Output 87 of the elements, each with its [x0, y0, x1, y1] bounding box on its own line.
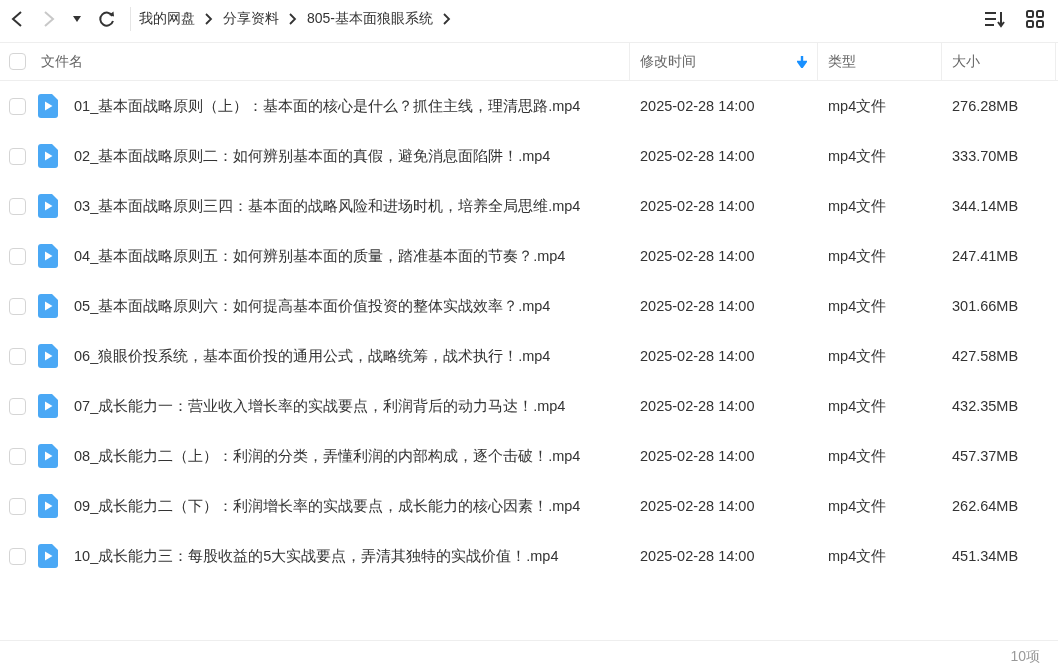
modified-time: 2025-02-28 14:00 — [640, 248, 755, 264]
file-row[interactable]: 10_成长能力三：每股收益的5大实战要点，弄清其独特的实战价值！.mp4 2025-02-28 14:00 mp4文件 451.34MB — [0, 531, 1058, 581]
file-size: 344.14MB — [952, 198, 1019, 214]
file-row[interactable]: 05_基本面战略原则六：如何提高基本面价值投资的整体实战效率？.mp4 2025-02-28 14:00 mp4文件 301.66MB — [0, 281, 1058, 331]
modified-time: 2025-02-28 14:00 — [640, 148, 755, 164]
file-row[interactable]: 02_基本面战略原则二：如何辨别基本面的真假，避免消息面陷阱！.mp4 2025-02-28 14:00 mp4文件 333.70MB — [0, 131, 1058, 181]
breadcrumb-link[interactable]: 我的网盘 — [139, 10, 195, 28]
file-row[interactable]: 07_成长能力一：营业收入增长率的实战要点，利润背后的动力马达！.mp4 2025-02-28 14:00 mp4文件 432.35MB — [0, 381, 1058, 431]
file-row[interactable]: 03_基本面战略原则三四：基本面的战略风险和进场时机，培养全局思维.mp4 2025-02-28 14:00 mp4文件 344.14MB — [0, 181, 1058, 231]
select-all-checkbox[interactable] — [8, 53, 26, 70]
video-file-icon — [38, 94, 58, 118]
column-header[interactable]: 类型 — [818, 43, 942, 80]
modified-time: 2025-02-28 14:00 — [640, 348, 755, 364]
row-checkbox[interactable] — [8, 247, 26, 265]
modified-time: 2025-02-28 14:00 — [640, 98, 755, 114]
chevron-icon — [289, 13, 297, 25]
video-file-icon — [38, 544, 58, 568]
modified-time: 2025-02-28 14:00 — [640, 398, 755, 414]
column-header[interactable]: 大小 — [942, 43, 1056, 80]
refresh-icon — [98, 10, 116, 28]
modified-time: 2025-02-28 14:00 — [640, 298, 755, 314]
file-name: 03_基本面战略原则三四：基本面的战略风险和进场时机，培养全局思维.mp4 — [74, 196, 581, 216]
file-name: 02_基本面战略原则二：如何辨别基本面的真假，避免消息面陷阱！.mp4 — [74, 146, 551, 166]
video-file-icon — [38, 494, 58, 518]
video-file-icon — [38, 344, 58, 368]
chevron-icon — [443, 13, 452, 25]
file-row[interactable]: 04_基本面战略原则五：如何辨别基本面的质量，踏准基本面的节奏？.mp4 2025-02-28 14:00 mp4文件 247.41MB — [0, 231, 1058, 281]
file-name: 05_基本面战略原则六：如何提高基本面价值投资的整体实战效率？.mp4 — [74, 296, 551, 316]
row-checkbox[interactable] — [8, 547, 26, 565]
file-type: mp4文件 — [828, 246, 887, 266]
row-checkbox[interactable] — [8, 447, 26, 465]
file-type: mp4文件 — [828, 296, 887, 316]
file-name: 01_基本面战略原则（上）：基本面的核心是什么？抓住主线，理清思路.mp4 — [74, 96, 581, 116]
row-checkbox[interactable] — [8, 97, 26, 115]
modified-time: 2025-02-28 14:00 — [640, 548, 755, 564]
file-name: 04_基本面战略原则五：如何辨别基本面的质量，踏准基本面的节奏？.mp4 — [74, 246, 566, 266]
file-name: 08_成长能力二（上）：利润的分类，弄懂利润的内部构成，逐个击破！.mp4 — [74, 446, 581, 466]
modified-time: 2025-02-28 14:00 — [640, 198, 755, 214]
sort-down-icon — [797, 55, 807, 68]
column-header[interactable]: 修改时间 — [630, 43, 818, 80]
file-size: 276.28MB — [952, 98, 1019, 114]
file-size: 457.37MB — [952, 448, 1019, 464]
video-file-icon — [38, 244, 58, 268]
row-checkbox[interactable] — [8, 347, 26, 365]
chevron-right-icon — [42, 10, 56, 28]
file-name: 07_成长能力一：营业收入增长率的实战要点，利润背后的动力马达！.mp4 — [74, 396, 566, 416]
file-size: 427.58MB — [952, 348, 1019, 364]
file-type: mp4文件 — [828, 96, 887, 116]
file-type: mp4文件 — [828, 346, 887, 366]
row-checkbox[interactable] — [8, 297, 26, 315]
modified-time: 2025-02-28 14:00 — [640, 448, 755, 464]
file-size: 333.70MB — [952, 148, 1019, 164]
file-size: 301.66MB — [952, 298, 1019, 314]
breadcrumb-link[interactable]: 805-基本面狼眼系统 — [307, 10, 434, 28]
modified-time: 2025-02-28 14:00 — [640, 498, 755, 514]
chevron-icon — [205, 13, 213, 25]
file-size: 262.64MB — [952, 498, 1019, 514]
file-name: 09_成长能力二（下）：利润增长率的实战要点，成长能力的核心因素！.mp4 — [74, 496, 581, 516]
column-header[interactable]: 文件名 — [32, 43, 630, 80]
file-size: 247.41MB — [952, 248, 1019, 264]
row-checkbox[interactable] — [8, 497, 26, 515]
file-row[interactable]: 06_狼眼价投系统，基本面价投的通用公式，战略统筹，战术执行！.mp4 2025-02-28 14:00 mp4文件 427.58MB — [0, 331, 1058, 381]
file-row[interactable]: 01_基本面战略原则（上）：基本面的核心是什么？抓住主线，理清思路.mp4 2025-02-28 14:00 mp4文件 276.28MB — [0, 81, 1058, 131]
file-name: 06_狼眼价投系统，基本面价投的通用公式，战略统筹，战术执行！.mp4 — [74, 346, 551, 366]
file-type: mp4文件 — [828, 196, 887, 216]
chevron-left-icon — [10, 10, 24, 28]
video-file-icon — [38, 144, 58, 168]
file-type: mp4文件 — [828, 146, 887, 166]
caret-down-icon — [72, 15, 82, 23]
file-size: 451.34MB — [952, 548, 1019, 564]
video-file-icon — [38, 294, 58, 318]
file-row[interactable]: 08_成长能力二（上）：利润的分类，弄懂利润的内部构成，逐个击破！.mp4 2025-02-28 14:00 mp4文件 457.37MB — [0, 431, 1058, 481]
file-row[interactable]: 09_成长能力二（下）：利润增长率的实战要点，成长能力的核心因素！.mp4 2025-02-28 14:00 mp4文件 262.64MB — [0, 481, 1058, 531]
file-type: mp4文件 — [828, 446, 887, 466]
video-file-icon — [38, 444, 58, 468]
breadcrumb-link[interactable]: 分享资料 — [223, 10, 279, 28]
video-file-icon — [38, 394, 58, 418]
file-size: 432.35MB — [952, 398, 1019, 414]
row-checkbox[interactable] — [8, 197, 26, 215]
row-checkbox[interactable] — [8, 397, 26, 415]
row-checkbox[interactable] — [8, 147, 26, 165]
item-count: 10项 — [1010, 647, 1040, 666]
file-type: mp4文件 — [828, 546, 887, 566]
file-type: mp4文件 — [828, 496, 887, 516]
video-file-icon — [38, 194, 58, 218]
file-type: mp4文件 — [828, 396, 887, 416]
file-name: 10_成长能力三：每股收益的5大实战要点，弄清其独特的实战价值！.mp4 — [74, 546, 559, 566]
